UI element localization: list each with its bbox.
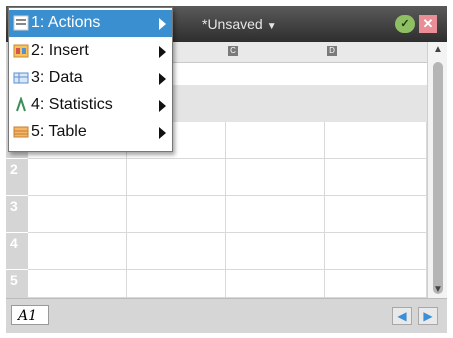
document-name: *Unsaved [202,16,263,32]
cell-c4[interactable] [226,233,325,270]
cell-a4[interactable] [28,233,127,270]
cell-a2[interactable] [28,159,127,196]
submenu-arrow-icon [159,18,166,30]
row-header-2[interactable]: 2 [6,159,28,196]
next-arrow-icon[interactable]: ▶ [418,307,438,325]
menu-item-label: 4: Statistics [31,96,113,113]
menu-item-data[interactable]: 3: Data [9,65,172,92]
submenu-arrow-icon [159,100,166,112]
cell-d4[interactable] [325,233,427,270]
cell-b4[interactable] [127,233,226,270]
cell-d5[interactable] [325,270,427,298]
column-label: C [228,46,238,56]
column-header-d[interactable]: D [325,42,428,63]
actions-icon [13,15,29,31]
submenu-arrow-icon [159,46,166,58]
row-header-4[interactable]: 4 [6,233,28,270]
submenu-arrow-icon [159,73,166,85]
cell-a3[interactable] [28,196,127,233]
menu-item-actions[interactable]: 1: Actions [9,10,172,37]
menu-item-insert[interactable]: 2: Insert [9,38,172,65]
scrollbar-thumb[interactable] [433,62,443,294]
scroll-down-icon[interactable]: ▼ [431,284,445,296]
cell-b5[interactable] [127,270,226,298]
menu-item-label: 1: Actions [31,14,101,31]
close-icon[interactable]: ✕ [419,15,437,33]
cell-d1[interactable] [325,122,427,159]
submenu-arrow-icon [159,127,166,139]
prev-arrow-icon[interactable]: ◀ [392,307,412,325]
cell-c3[interactable] [226,196,325,233]
menu-item-label: 2: Insert [31,42,89,59]
calculator-window: *Unsaved▼ ✓ ✕ A B C D 1 2 3 4 5 [0,0,453,338]
row-header-3[interactable]: 3 [6,196,28,233]
menu-item-statistics[interactable]: 4: Statistics [9,92,172,119]
chevron-down-icon: ▼ [266,21,277,32]
menu-item-label: 3: Data [31,69,83,86]
data-icon [13,70,29,86]
table-icon [13,124,29,140]
insert-icon [13,43,29,59]
document-title[interactable]: *Unsaved ▼ [202,16,277,32]
vertical-scrollbar[interactable]: ▲ ▼ [427,42,447,298]
actions-menu: 1: Actions 2: Insert 3: Data 4: Statisti… [8,7,173,152]
column-header-c[interactable]: C [226,42,326,63]
battery-icon: ✓ [395,15,415,33]
cell-a5[interactable] [28,270,127,298]
cell-b2[interactable] [127,159,226,196]
cell-d2[interactable] [325,159,427,196]
cell-c5[interactable] [226,270,325,298]
menu-item-table[interactable]: 5: Table [9,119,172,146]
cell-c2[interactable] [226,159,325,196]
column-label: D [327,46,337,56]
cell-b3[interactable] [127,196,226,233]
cell-reference-field[interactable]: A1 [11,305,49,325]
scroll-up-icon[interactable]: ▲ [431,44,445,56]
menu-item-label: 5: Table [31,123,87,140]
statistics-icon [13,95,29,113]
cell-c1[interactable] [226,122,325,159]
status-bar: A1 ◀ ▶ [6,298,447,333]
cell-d3[interactable] [325,196,427,233]
